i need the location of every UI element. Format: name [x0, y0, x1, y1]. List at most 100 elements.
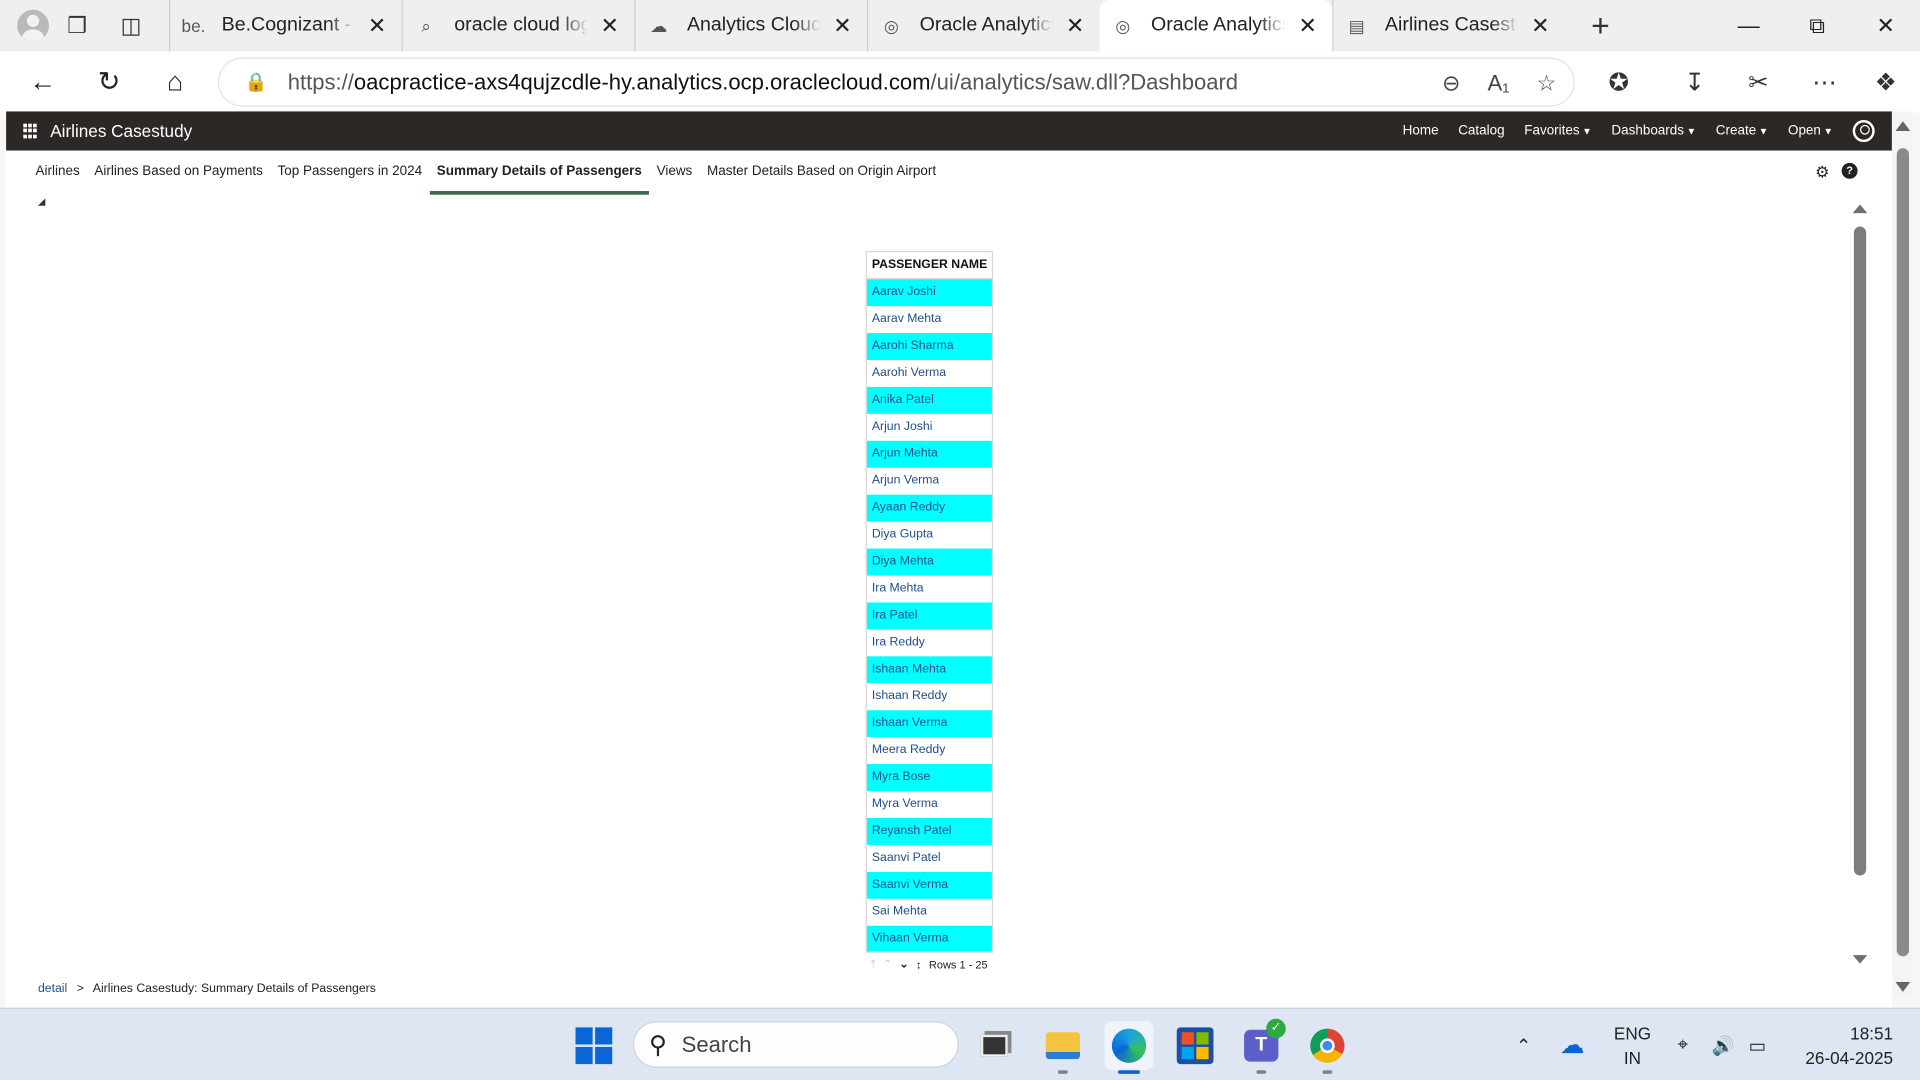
chrome-icon[interactable] [1303, 1021, 1352, 1074]
dashboard-tab[interactable]: Airlines Based on Payments [87, 163, 270, 192]
tab-close-icon[interactable]: ✕ [1063, 13, 1087, 39]
passenger-name-cell[interactable]: Meera Reddy [866, 737, 992, 764]
favorite-star-icon[interactable]: ☆ [1537, 70, 1557, 96]
language-indicator[interactable]: ENG IN [1614, 1021, 1651, 1070]
more-menu-icon[interactable]: ⋯ [1800, 51, 1849, 112]
volume-icon[interactable]: 🔊 [1712, 1009, 1735, 1080]
lock-icon[interactable]: 🔒 [244, 71, 268, 93]
profile-avatar-icon[interactable] [17, 9, 49, 42]
browser-scrollbar[interactable] [1893, 111, 1913, 997]
passenger-name-cell[interactable]: Aarohi Verma [866, 359, 992, 386]
dashboard-tab[interactable]: Top Passengers in 2024 [270, 163, 429, 192]
tab-close-icon[interactable]: ✕ [598, 13, 622, 39]
zoom-out-icon[interactable]: ⊖ [1442, 70, 1460, 96]
passenger-name-cell[interactable]: Myra Verma [866, 790, 992, 817]
passenger-name-cell[interactable]: Diya Gupta [866, 521, 992, 548]
show-hidden-icons-chevron-icon[interactable]: ⌃ [1516, 1009, 1531, 1080]
screenshot-icon[interactable]: ✂ [1734, 51, 1783, 112]
passenger-name-cell[interactable]: Aarohi Sharma [866, 332, 993, 360]
passenger-name-cell[interactable]: Aarav Mehta [866, 306, 992, 333]
url-field[interactable]: 🔒 https://oacpractice-axs4qujzcdle-hy.an… [217, 57, 1575, 107]
new-tab-plus-icon[interactable]: + [1582, 7, 1619, 44]
browser-tab[interactable]: ☁ Analytics Cloud | O ✕ [634, 0, 867, 52]
refresh-icon[interactable]: ↻ [76, 51, 142, 112]
passenger-name-cell[interactable]: Diya Mehta [866, 547, 993, 575]
breadcrumb-detail-link[interactable]: detail [38, 982, 67, 995]
taskbar-search[interactable]: ⚲ Search [633, 1021, 959, 1068]
section-collapse-icon[interactable] [37, 198, 46, 206]
read-aloud-icon[interactable]: A₁ [1487, 70, 1509, 96]
dashboard-tab[interactable]: Airlines [28, 163, 87, 192]
passenger-name-cell[interactable]: Myra Bose [866, 763, 993, 791]
first-page-icon[interactable]: ⤒ [871, 958, 876, 971]
passenger-name-cell[interactable]: Saanvi Verma [866, 871, 993, 899]
minimize-icon[interactable]: — [1714, 0, 1783, 51]
passenger-name-cell[interactable]: Ira Reddy [866, 629, 992, 656]
column-header-passenger-name[interactable]: PASSENGER NAME [866, 251, 993, 280]
windows-start-icon[interactable] [575, 1027, 613, 1065]
passenger-name-cell[interactable]: Saanvi Patel [866, 844, 992, 871]
browser-tab[interactable]: ⌕ oracle cloud login ✕ [401, 0, 635, 52]
show-all-rows-icon[interactable]: ↕ [916, 958, 922, 970]
app-grid-icon[interactable] [23, 123, 38, 139]
oac-menu-dashboards[interactable]: Dashboards ▼ [1611, 124, 1696, 139]
help-icon[interactable]: ? [1841, 162, 1858, 179]
passenger-name-cell[interactable]: Ira Patel [866, 601, 993, 629]
task-view-icon[interactable] [970, 1021, 1019, 1070]
battery-icon[interactable]: ▭ [1749, 1009, 1766, 1080]
system-clock[interactable]: 18:51 26-04-2025 [1805, 1021, 1893, 1070]
passenger-name-cell[interactable]: Ishaan Mehta [866, 655, 993, 683]
microsoft-store-icon[interactable] [1171, 1021, 1220, 1070]
oac-menu-create[interactable]: Create ▼ [1716, 124, 1769, 139]
passenger-name-cell[interactable]: Ayaan Reddy [866, 494, 993, 522]
browser-tab[interactable]: ◎ Oracle Analytics ✕ [866, 0, 1100, 52]
oac-menu-catalog[interactable]: Catalog [1458, 124, 1504, 139]
home-icon[interactable]: ⌂ [142, 51, 208, 112]
dashboard-tab[interactable]: Views [649, 163, 699, 192]
tab-close-icon[interactable]: ✕ [1528, 13, 1552, 39]
copilot-icon[interactable]: ❖ [1861, 51, 1910, 112]
oac-menu-home[interactable]: Home [1403, 124, 1439, 139]
table-row: Ira Patel [866, 601, 993, 629]
vertical-tabs-icon[interactable]: ◫ [113, 7, 150, 44]
passenger-name-cell[interactable]: Arjun Mehta [866, 440, 993, 468]
teams-icon[interactable]: T ✓ [1237, 1018, 1286, 1074]
passenger-name-cell[interactable]: Vihaan Verma [866, 925, 993, 953]
edge-browser-icon[interactable] [1104, 1021, 1154, 1074]
back-arrow-icon[interactable]: ← [10, 51, 76, 112]
browser-tab[interactable]: be. Be.Cognizant - Ho ✕ [168, 0, 402, 52]
dashboard-tab[interactable]: Master Details Based on Origin Airport [700, 163, 944, 192]
extensions-icon[interactable]: ✪ [1594, 51, 1643, 112]
page-options-gear-icon[interactable]: ⚙ [1815, 163, 1829, 183]
page-scrollbar[interactable] [1848, 200, 1872, 971]
oac-menu-favorites[interactable]: Favorites ▼ [1524, 124, 1592, 139]
window-close-icon[interactable]: ✕ [1851, 0, 1920, 51]
passenger-name-cell[interactable]: Aarav Joshi [866, 278, 993, 306]
user-profile-icon[interactable] [1852, 120, 1875, 143]
tab-close-icon[interactable]: ✕ [365, 13, 389, 39]
workspaces-icon[interactable]: ❒ [59, 7, 96, 44]
passenger-name-cell[interactable]: Arjun Joshi [866, 413, 992, 440]
passenger-name-cell[interactable]: Anika Patel [866, 386, 993, 414]
passenger-name-cell[interactable]: Reyansh Patel [866, 817, 993, 845]
prev-page-icon[interactable]: ⌃ [883, 958, 892, 971]
wifi-icon[interactable]: ⌖ [1678, 1009, 1688, 1080]
url-text[interactable]: https://oacpractice-axs4qujzcdle-hy.anal… [288, 69, 1238, 95]
oac-menu-open[interactable]: Open ▼ [1788, 124, 1833, 139]
restore-icon[interactable]: ⧉ [1783, 0, 1852, 51]
file-explorer-icon[interactable] [1038, 1021, 1087, 1074]
downloads-icon[interactable]: ↧ [1670, 51, 1719, 112]
browser-tab[interactable]: ▤ Airlines Casestudy ✕ [1332, 0, 1565, 52]
browser-tab[interactable]: ◎ Oracle Analytics In ✕ [1099, 0, 1333, 52]
passenger-name-cell[interactable]: Ira Mehta [866, 575, 992, 602]
next-page-icon[interactable]: ⌄ [899, 958, 908, 971]
table-row: Arjun Verma [866, 467, 992, 494]
passenger-name-cell[interactable]: Sai Mehta [866, 898, 992, 925]
tab-close-icon[interactable]: ✕ [1296, 13, 1320, 39]
passenger-name-cell[interactable]: Ishaan Reddy [866, 683, 992, 710]
dashboard-tab[interactable]: Summary Details of Passengers [429, 163, 649, 195]
passenger-name-cell[interactable]: Arjun Verma [866, 467, 992, 494]
passenger-name-cell[interactable]: Ishaan Verma [866, 709, 993, 737]
onedrive-icon[interactable]: ☁ [1560, 1009, 1584, 1080]
tab-close-icon[interactable]: ✕ [830, 13, 854, 39]
